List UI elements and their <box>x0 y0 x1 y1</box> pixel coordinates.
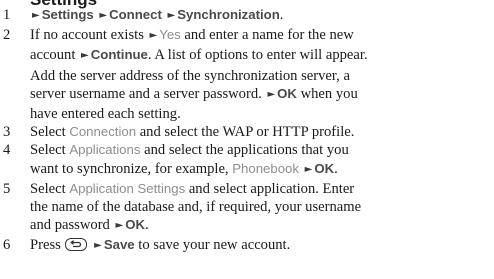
step-number: 1 <box>3 7 11 23</box>
text-line: the name of the database and, if require… <box>30 199 362 216</box>
text-line: Press ► Save to save your new account. <box>30 236 490 256</box>
arrow-right-icon: ► <box>149 30 158 42</box>
arrow-right-icon: ► <box>267 88 276 100</box>
step-number: 3 <box>3 124 11 141</box>
body-text: and select the applications that you <box>144 142 349 159</box>
menu-synchronization: Synchronization <box>177 7 280 22</box>
option-yes: Yes <box>159 27 181 43</box>
arrow-right-icon: ► <box>115 220 124 232</box>
body-text: and password <box>30 217 110 234</box>
step-number: 4 <box>3 142 11 159</box>
step-1: 1 ► Settings ► Connect ► Synchronization. <box>0 6 494 26</box>
text-line: server username and a server password. ►… <box>30 85 490 105</box>
body-text: . A list of options to enter will appear… <box>147 47 368 64</box>
step-text: Select Application Settings and select a… <box>30 180 490 237</box>
punctuation: . <box>334 160 338 177</box>
body-text: Select <box>30 124 66 141</box>
text-line: Add the server address of the synchroniz… <box>30 67 350 84</box>
arrow-right-icon: ► <box>99 10 108 21</box>
text-line: ► Settings ► Connect ► Synchronization. <box>30 6 490 26</box>
body-text: and select the WAP or HTTP profile. <box>139 124 355 141</box>
body-text: want to synchronize, for example, <box>30 160 229 177</box>
step-text: Select Applications and select the appli… <box>30 141 490 179</box>
body-text: server username and a server password. <box>30 85 262 102</box>
menu-connect: Connect <box>109 7 162 22</box>
text-line: and password ► OK. <box>30 216 490 236</box>
step-number: 5 <box>3 180 11 197</box>
body-text: If no account exists <box>30 27 144 44</box>
step-2: 2 If no account exists ► Yes and enter a … <box>0 26 494 123</box>
option-ok: OK <box>277 85 297 101</box>
option-phonebook: Phonebook <box>232 160 299 176</box>
body-text: account <box>30 47 76 64</box>
step-text: If no account exists ► Yes and enter a na… <box>30 26 490 123</box>
body-text: when you <box>300 85 358 102</box>
option-ok: OK <box>314 160 335 176</box>
step-number: 2 <box>3 27 11 44</box>
punctuation: . <box>279 7 284 23</box>
body-text: Select <box>30 142 66 159</box>
option-save: Save <box>103 237 135 253</box>
option-ok: OK <box>125 217 145 233</box>
menu-settings: Settings <box>41 7 94 22</box>
text-line: want to synchronize, for example, Phoneb… <box>30 160 490 180</box>
step-text: ► Settings ► Connect ► Synchronization. <box>30 6 490 26</box>
step-4: 4 Select Applications and select the app… <box>0 141 494 179</box>
text-line: Select Application Settings and select a… <box>30 180 490 198</box>
arrow-right-icon: ► <box>304 163 313 175</box>
step-number: 6 <box>3 237 11 254</box>
instruction-steps: 1 ► Settings ► Connect ► Synchronization. 2… <box>0 6 494 257</box>
punctuation: . <box>145 217 149 234</box>
text-line: Select Connection and select the WAP or … <box>30 123 490 141</box>
option-application-settings: Application Settings <box>69 180 186 196</box>
arrow-right-icon: ► <box>81 50 89 62</box>
step-text: Press ► Save to save your new account. <box>30 236 490 256</box>
step-text: Select Connection and select the WAP or … <box>30 123 490 141</box>
option-connection: Connection <box>69 124 137 140</box>
step-3: 3 Select Connection and select the WAP o… <box>0 123 494 141</box>
body-text: to save your new account. <box>138 237 291 254</box>
body-text: Press <box>30 237 61 254</box>
text-line: account ► Continue. A list of options to … <box>30 46 490 66</box>
arrow-right-icon: ► <box>167 10 176 21</box>
arrow-right-icon: ► <box>32 10 40 21</box>
text-line: Select Applications and select the appli… <box>30 141 490 159</box>
body-text: and select application. Enter <box>188 180 355 197</box>
text-line: If no account exists ► Yes and enter a na… <box>30 26 490 46</box>
body-text: Select <box>30 180 66 197</box>
body-text: and enter a name for the new <box>184 27 354 44</box>
step-6: 6 Press ► Save to save your new account. <box>0 236 494 256</box>
manual-page: Settings 1 ►Settings ►Connect ►Synchroni… <box>0 0 494 279</box>
option-applications: Applications <box>69 142 141 158</box>
step-5: 5 Select Application Settings and select… <box>0 180 494 237</box>
text-line: have entered each setting. <box>30 106 181 123</box>
back-key-icon <box>65 238 88 252</box>
arrow-right-icon: ► <box>94 240 102 252</box>
option-continue: Continue <box>90 47 148 63</box>
